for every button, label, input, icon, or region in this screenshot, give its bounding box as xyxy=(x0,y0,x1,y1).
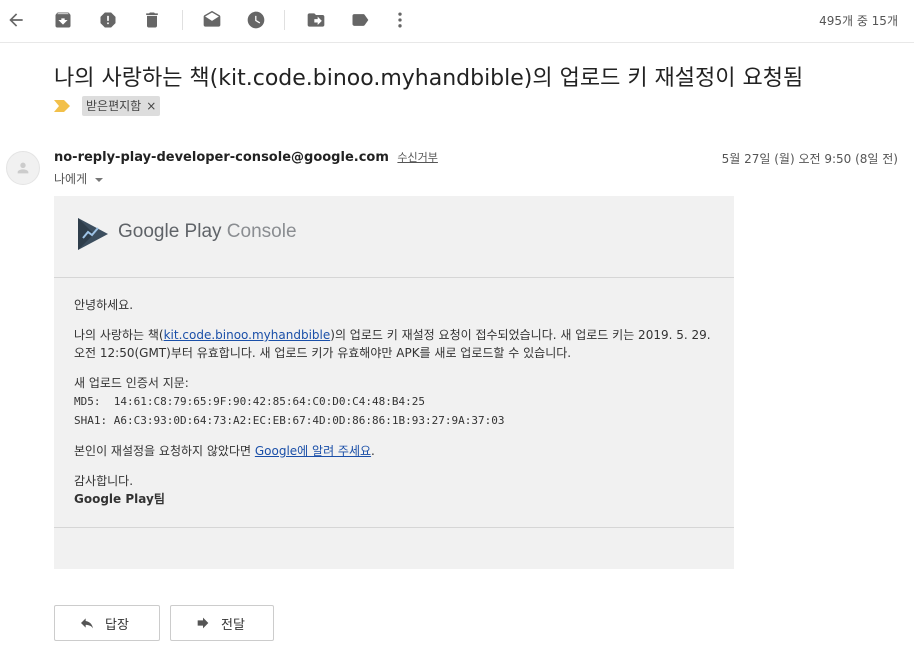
md5-fingerprint: MD5: 14:61:C8:79:65:9F:90:42:85:64:C0:D0… xyxy=(74,395,425,408)
email-body-card: Google Play Console 안녕하세요. 나의 사랑하는 책(kit… xyxy=(54,196,734,569)
signature: Google Play팀 xyxy=(74,492,165,506)
forward-label: 전달 xyxy=(221,617,245,633)
sender-email: no-reply-play-developer-console@google.c… xyxy=(54,150,389,165)
recipient-details-toggle[interactable]: 나에게 xyxy=(54,170,104,187)
avatar xyxy=(6,151,40,185)
footer-divider xyxy=(54,527,734,528)
notify-google-link[interactable]: Google에 알려 주세요 xyxy=(255,444,371,458)
brand-google-play: Google Play xyxy=(118,221,222,242)
fingerprint-title: 새 업로드 인증서 지문: xyxy=(74,376,189,390)
label-row: 받은편지함 × xyxy=(54,96,161,116)
fingerprint-block: 새 업로드 인증서 지문: MD5: 14:61:C8:79:65:9F:90:… xyxy=(74,374,724,430)
more-icon[interactable] xyxy=(388,8,412,32)
thanks-text: 감사합니다. xyxy=(74,474,134,488)
reply-label: 답장 xyxy=(105,617,129,633)
toolbar: 495개 중 15개 xyxy=(0,0,914,43)
unsubscribe-link[interactable]: 수신거부 xyxy=(397,151,437,164)
package-name-link[interactable]: kit.code.binoo.myhandbible xyxy=(164,328,331,342)
email-date: 5월 27일 (월) 오전 9:50 (8일 전) xyxy=(721,152,898,166)
sender-line: no-reply-play-developer-console@google.c… xyxy=(54,149,438,165)
reset-text-start: 나의 사랑하는 책( xyxy=(74,328,164,342)
inbox-label-text: 받은편지함 xyxy=(86,99,142,113)
delete-icon[interactable] xyxy=(140,8,164,32)
mark-unread-icon[interactable] xyxy=(200,8,224,32)
archive-icon[interactable] xyxy=(51,8,75,32)
signoff: 감사합니다. Google Play팀 xyxy=(74,472,724,508)
report-text-end: . xyxy=(371,444,375,458)
remove-label-icon[interactable]: × xyxy=(146,99,156,113)
move-to-icon[interactable] xyxy=(304,8,328,32)
email-header-banner: Google Play Console xyxy=(54,196,734,278)
snooze-icon[interactable] xyxy=(244,8,268,32)
reset-paragraph: 나의 사랑하는 책(kit.code.binoo.myhandbible)의 업… xyxy=(74,326,724,362)
important-marker-icon[interactable] xyxy=(54,100,70,112)
email-content: 안녕하세요. 나의 사랑하는 책(kit.code.binoo.myhandbi… xyxy=(74,296,724,520)
toolbar-divider xyxy=(182,10,183,30)
email-subject: 나의 사랑하는 책(kit.code.binoo.myhandbible)의 업… xyxy=(54,66,804,91)
forward-button[interactable]: 전달 xyxy=(170,605,274,641)
toolbar-divider xyxy=(284,10,285,30)
report-text-start: 본인이 재설정을 요청하지 않았다면 xyxy=(74,444,255,458)
back-icon[interactable] xyxy=(4,8,28,32)
sha1-fingerprint: SHA1: A6:C3:93:0D:64:73:A2:EC:EB:67:4D:0… xyxy=(74,414,505,427)
report-paragraph: 본인이 재설정을 요청하지 않았다면 Google에 알려 주세요. xyxy=(74,442,724,460)
inbox-label-chip[interactable]: 받은편지함 × xyxy=(82,96,161,116)
reply-icon xyxy=(81,618,93,629)
report-spam-icon[interactable] xyxy=(96,8,120,32)
pager-count: 495개 중 15개 xyxy=(819,14,898,28)
greeting: 안녕하세요. xyxy=(74,298,134,312)
google-play-console-wordmark: Google Play Console xyxy=(118,221,297,243)
person-icon xyxy=(17,162,29,174)
chevron-down-icon xyxy=(95,177,104,182)
google-play-console-logo-icon xyxy=(78,218,108,250)
label-icon[interactable] xyxy=(348,8,372,32)
brand-console: Console xyxy=(226,221,297,242)
forward-icon xyxy=(197,617,209,629)
reply-button[interactable]: 답장 xyxy=(54,605,160,641)
recipient-label: 나에게 xyxy=(54,172,88,186)
